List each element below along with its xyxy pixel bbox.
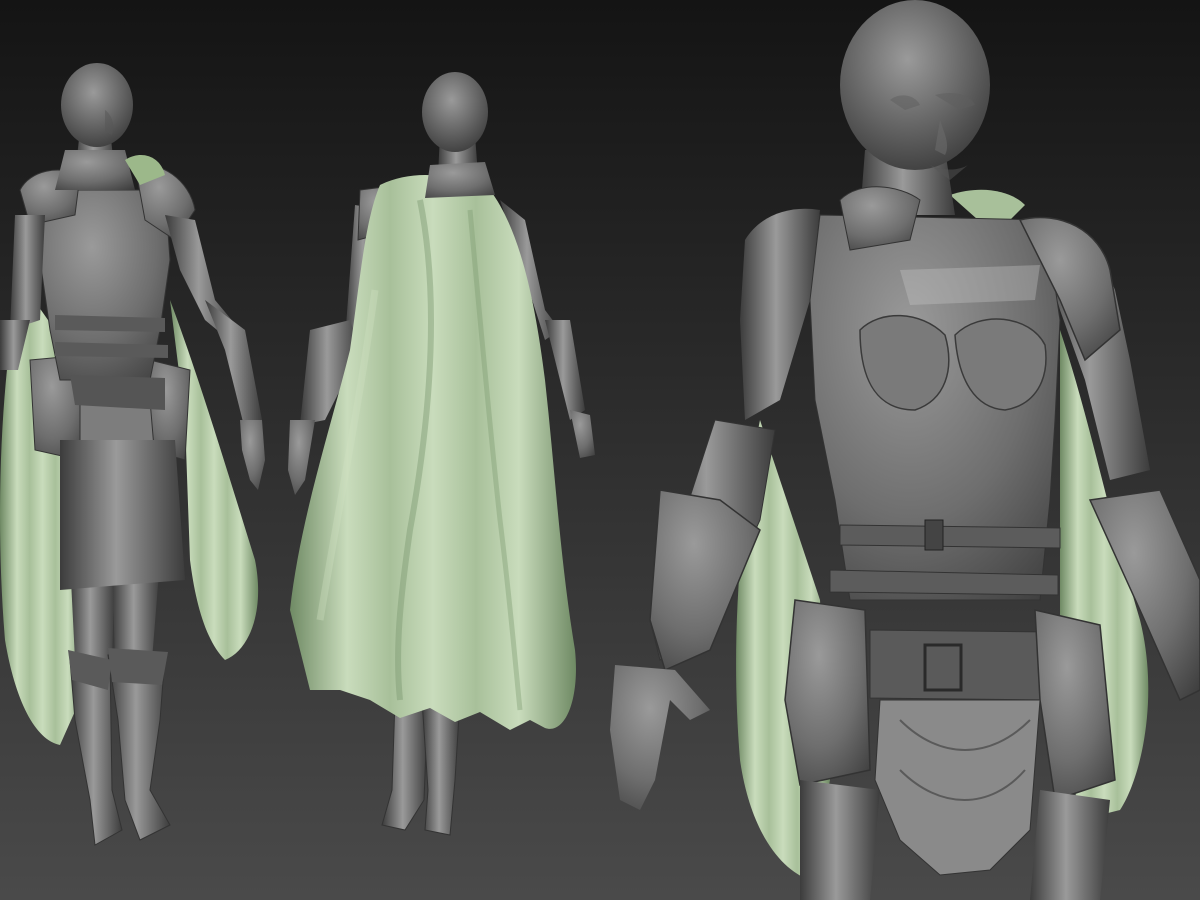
sculpt-viewport [0,0,1200,900]
render-canvas [0,0,1200,900]
